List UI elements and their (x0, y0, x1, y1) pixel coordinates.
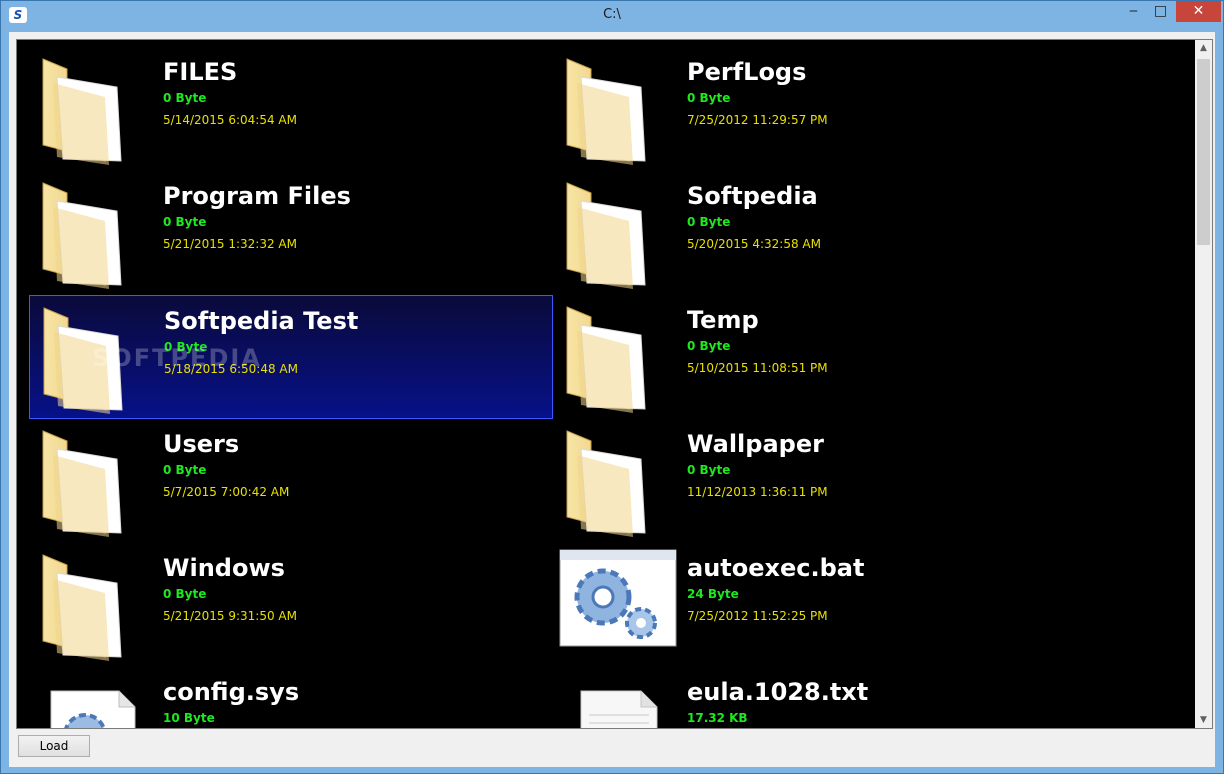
item-date: 11/12/2013 1:36:11 PM (687, 485, 828, 499)
item-size: 10 Byte (163, 711, 215, 725)
batch-file-gear-icon (559, 549, 677, 661)
item-size: 0 Byte (687, 91, 731, 105)
file-item-users[interactable]: Users 0 Byte 5/7/2015 7:00:42 AM (29, 419, 553, 543)
item-date: 5/14/2015 6:04:54 AM (163, 113, 297, 127)
client-area: eula.1028.txt 17.32 KB config.sys 10 Byte … (9, 32, 1215, 767)
file-view[interactable]: eula.1028.txt 17.32 KB config.sys 10 Byte … (16, 39, 1213, 729)
item-date: 5/10/2015 11:08:51 PM (687, 361, 828, 375)
item-name: autoexec.bat (687, 554, 865, 582)
file-item-perflogs[interactable]: PerfLogs 0 Byte 7/25/2012 11:29:57 PM (553, 47, 1077, 171)
watermark: SOFTPEDIA (92, 344, 262, 372)
minimize-button[interactable]: ‒ (1120, 1, 1147, 22)
item-size: 0 Byte (163, 91, 207, 105)
item-name: eula.1028.txt (687, 678, 869, 706)
item-name: Windows (163, 554, 285, 582)
item-size: 17.32 KB (687, 711, 748, 725)
vertical-scrollbar[interactable]: ▲ ▼ (1195, 40, 1212, 728)
item-size: 0 Byte (163, 463, 207, 477)
item-date: 5/20/2015 4:32:58 AM (687, 237, 821, 251)
file-item-wallpaper[interactable]: Wallpaper 0 Byte 11/12/2013 1:36:11 PM (553, 419, 1077, 543)
file-item-program-files[interactable]: Program Files 0 Byte 5/21/2015 1:32:32 AM (29, 171, 553, 295)
item-name: Temp (687, 306, 759, 334)
file-item-softpedia-test[interactable]: Softpedia Test 0 Byte 5/18/2015 6:50:48 AM… (29, 295, 553, 419)
item-size: 24 Byte (687, 587, 739, 601)
file-item-softpedia[interactable]: Softpedia 0 Byte 5/20/2015 4:32:58 AM (553, 171, 1077, 295)
file-item-config-sys[interactable]: config.sys 10 Byte (29, 667, 553, 728)
item-name: Softpedia (687, 182, 818, 210)
scroll-up-icon[interactable]: ▲ (1195, 40, 1212, 56)
folder-icon (35, 177, 147, 289)
scroll-thumb[interactable] (1197, 59, 1210, 245)
file-item-autoexec-bat[interactable]: autoexec.bat 24 Byte 7/25/2012 11:52:25 PM (553, 543, 1077, 667)
folder-icon (559, 425, 671, 537)
item-date: 5/21/2015 1:32:32 AM (163, 237, 297, 251)
item-name: Program Files (163, 182, 351, 210)
maximize-button[interactable]: □ (1147, 1, 1174, 22)
item-date: 7/25/2012 11:29:57 PM (687, 113, 828, 127)
folder-icon (559, 177, 671, 289)
item-name: FILES (163, 58, 238, 86)
item-size: 0 Byte (163, 215, 207, 229)
item-size: 0 Byte (687, 339, 731, 353)
item-size: 0 Byte (687, 215, 731, 229)
folder-icon (35, 425, 147, 537)
folder-icon (559, 301, 671, 413)
file-item-files[interactable]: FILES 0 Byte 5/14/2015 6:04:54 AM (29, 47, 553, 171)
title-bar[interactable]: S C:\ ‒ □ ✕ (1, 1, 1223, 31)
load-button[interactable]: Load (18, 735, 90, 757)
folder-icon (559, 53, 671, 165)
system-file-gear-icon (35, 673, 147, 728)
file-item-temp[interactable]: Temp 0 Byte 5/10/2015 11:08:51 PM (553, 295, 1077, 419)
item-name: Wallpaper (687, 430, 824, 458)
scroll-down-icon[interactable]: ▼ (1195, 712, 1212, 728)
item-date: 7/25/2012 11:52:25 PM (687, 609, 828, 623)
folder-icon (35, 549, 147, 661)
item-date: 5/7/2015 7:00:42 AM (163, 485, 290, 499)
item-date: 5/21/2015 9:31:50 AM (163, 609, 297, 623)
app-window: S C:\ ‒ □ ✕ eula.1028.txt 17.32 KB config… (0, 0, 1224, 774)
file-item-eula-1028-txt[interactable]: eula.1028.txt 17.32 KB (553, 667, 1077, 728)
item-name: config.sys (163, 678, 300, 706)
item-name: Softpedia Test (164, 307, 359, 335)
window-title: C:\ (603, 7, 621, 22)
close-button[interactable]: ✕ (1176, 1, 1221, 22)
item-name: Users (163, 430, 240, 458)
file-item-windows[interactable]: Windows 0 Byte 5/21/2015 9:31:50 AM (29, 543, 553, 667)
item-size: 0 Byte (687, 463, 731, 477)
item-name: PerfLogs (687, 58, 807, 86)
folder-icon (35, 53, 147, 165)
text-file-icon (559, 673, 671, 728)
item-size: 0 Byte (163, 587, 207, 601)
